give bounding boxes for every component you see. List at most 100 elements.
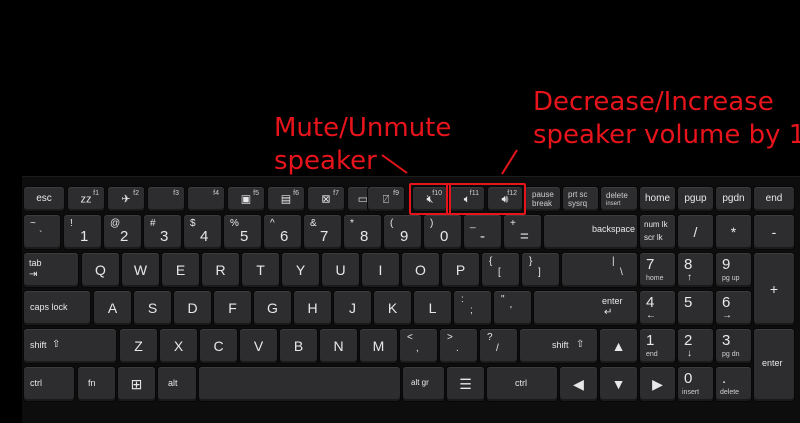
key-windows[interactable]: ⊞ xyxy=(118,367,155,401)
key-p[interactable]: P xyxy=(442,253,479,287)
key-arrow-up[interactable]: ▲ xyxy=(600,329,637,363)
key-r[interactable]: R xyxy=(202,253,239,287)
key-6[interactable]: ^ 6 xyxy=(264,215,301,249)
key-z[interactable]: Z xyxy=(120,329,157,363)
key-y[interactable]: Y xyxy=(282,253,319,287)
key-s[interactable]: S xyxy=(134,291,171,325)
key-tab[interactable]: tab ⇥ xyxy=(24,253,78,287)
key-numpad-4[interactable]: 4 ← xyxy=(640,291,675,325)
key-numpad-multiply[interactable]: * xyxy=(716,215,751,249)
key-8[interactable]: * 8 xyxy=(344,215,381,249)
key-0[interactable]: ) 0 xyxy=(424,215,461,249)
key-arrow-left[interactable]: ◀ xyxy=(560,367,597,401)
key-home[interactable]: home xyxy=(640,187,675,211)
key-minus[interactable]: _ - xyxy=(464,215,501,249)
key-c[interactable]: C xyxy=(200,329,237,363)
key-numpad-7[interactable]: 7 home xyxy=(640,253,675,287)
key-equals[interactable]: + = xyxy=(504,215,541,249)
key-end[interactable]: end xyxy=(754,187,794,211)
key-numpad-plus[interactable]: + xyxy=(754,253,794,325)
key-backtick[interactable]: ~ ` xyxy=(24,215,60,249)
key-f10[interactable]: f10 🔇︎ xyxy=(413,187,447,211)
key-k[interactable]: K xyxy=(374,291,411,325)
key-f9[interactable]: f9 ⍁ xyxy=(368,187,404,211)
key-left-ctrl[interactable]: ctrl xyxy=(24,367,74,401)
key-f6[interactable]: f6 ▤ xyxy=(268,187,304,211)
key-f4[interactable]: f4 xyxy=(188,187,224,211)
key-f1[interactable]: f1 zz xyxy=(68,187,104,211)
key-a[interactable]: A xyxy=(94,291,131,325)
key-f2[interactable]: f2 ✈ xyxy=(108,187,144,211)
key-numpad-6[interactable]: 6 → xyxy=(716,291,751,325)
key-l[interactable]: L xyxy=(414,291,451,325)
key-f11[interactable]: f11 🔈︎ xyxy=(450,187,484,211)
key-enter[interactable]: enter ↵ xyxy=(534,291,637,325)
key-quote[interactable]: " ' xyxy=(494,291,531,325)
key-fn[interactable]: fn xyxy=(78,367,115,401)
key-menu[interactable]: ☰ xyxy=(447,367,484,401)
key-v[interactable]: V xyxy=(240,329,277,363)
key-f3[interactable]: f3 xyxy=(148,187,184,211)
key-numpad-3[interactable]: 3 pg dn xyxy=(716,329,751,363)
key-numpad-1[interactable]: 1 end xyxy=(640,329,675,363)
key-arrow-right[interactable]: ▶ xyxy=(640,367,675,401)
key-pgdn[interactable]: pgdn xyxy=(716,187,751,211)
key-numpad-subtract[interactable]: - xyxy=(754,215,794,249)
key-7[interactable]: & 7 xyxy=(304,215,341,249)
key-f12[interactable]: f12 🔊︎ xyxy=(488,187,522,211)
key-i[interactable]: I xyxy=(362,253,399,287)
key-numpad-8[interactable]: 8 ↑ xyxy=(678,253,713,287)
key-t[interactable]: T xyxy=(242,253,279,287)
key-f5[interactable]: f5 ▣ xyxy=(228,187,264,211)
key-esc[interactable]: esc xyxy=(24,187,64,211)
key-lbracket[interactable]: { [ xyxy=(482,253,519,287)
key-pgup[interactable]: pgup xyxy=(678,187,713,211)
key-semicolon[interactable]: : ; xyxy=(454,291,491,325)
key-g[interactable]: G xyxy=(254,291,291,325)
key-capslock[interactable]: caps lock xyxy=(24,291,90,325)
key-3[interactable]: # 3 xyxy=(144,215,181,249)
key-numpad-period[interactable]: . delete xyxy=(716,367,751,401)
key-delete[interactable]: delete insert xyxy=(601,187,637,211)
key-numpad-divide[interactable]: / xyxy=(678,215,713,249)
key-e[interactable]: E xyxy=(162,253,199,287)
key-2[interactable]: @ 2 xyxy=(104,215,141,249)
key-right-ctrl[interactable]: ctrl xyxy=(487,367,557,401)
key-backspace[interactable]: backspace xyxy=(544,215,637,249)
key-pause[interactable]: pause break xyxy=(525,187,560,211)
key-rbracket[interactable]: } ] xyxy=(522,253,559,287)
key-period[interactable]: > . xyxy=(440,329,477,363)
key-b[interactable]: B xyxy=(280,329,317,363)
key-u[interactable]: U xyxy=(322,253,359,287)
key-9[interactable]: ( 9 xyxy=(384,215,421,249)
key-numpad-5[interactable]: 5 xyxy=(678,291,713,325)
key-n[interactable]: N xyxy=(320,329,357,363)
key-numpad-0[interactable]: 0 insert xyxy=(678,367,713,401)
key-x[interactable]: X xyxy=(160,329,197,363)
key-right-shift[interactable]: shift ⇧ xyxy=(520,329,597,363)
key-m[interactable]: M xyxy=(360,329,397,363)
key-altgr[interactable]: alt gr xyxy=(403,367,444,401)
key-comma[interactable]: < , xyxy=(400,329,437,363)
key-space[interactable] xyxy=(199,367,400,401)
key-h[interactable]: H xyxy=(294,291,331,325)
key-d[interactable]: D xyxy=(174,291,211,325)
key-numpad-enter[interactable]: enter xyxy=(754,329,794,401)
key-f7[interactable]: f7 ⊠ xyxy=(308,187,344,211)
key-o[interactable]: O xyxy=(402,253,439,287)
key-q[interactable]: Q xyxy=(82,253,119,287)
key-f[interactable]: F xyxy=(214,291,251,325)
key-left-alt[interactable]: alt xyxy=(158,367,196,401)
key-prtsc[interactable]: prt sc sysrq xyxy=(563,187,598,211)
key-slash[interactable]: ? / xyxy=(480,329,517,363)
key-1[interactable]: ! 1 xyxy=(64,215,101,249)
key-numpad-9[interactable]: 9 pg up xyxy=(716,253,751,287)
key-backslash[interactable]: | \ xyxy=(562,253,637,287)
key-numlk[interactable]: num lk scr lk xyxy=(640,215,675,249)
key-4[interactable]: $ 4 xyxy=(184,215,221,249)
key-arrow-down[interactable]: ▼ xyxy=(600,367,637,401)
key-left-shift[interactable]: shift ⇧ xyxy=(24,329,116,363)
key-5[interactable]: % 5 xyxy=(224,215,261,249)
key-w[interactable]: W xyxy=(122,253,159,287)
key-j[interactable]: J xyxy=(334,291,371,325)
